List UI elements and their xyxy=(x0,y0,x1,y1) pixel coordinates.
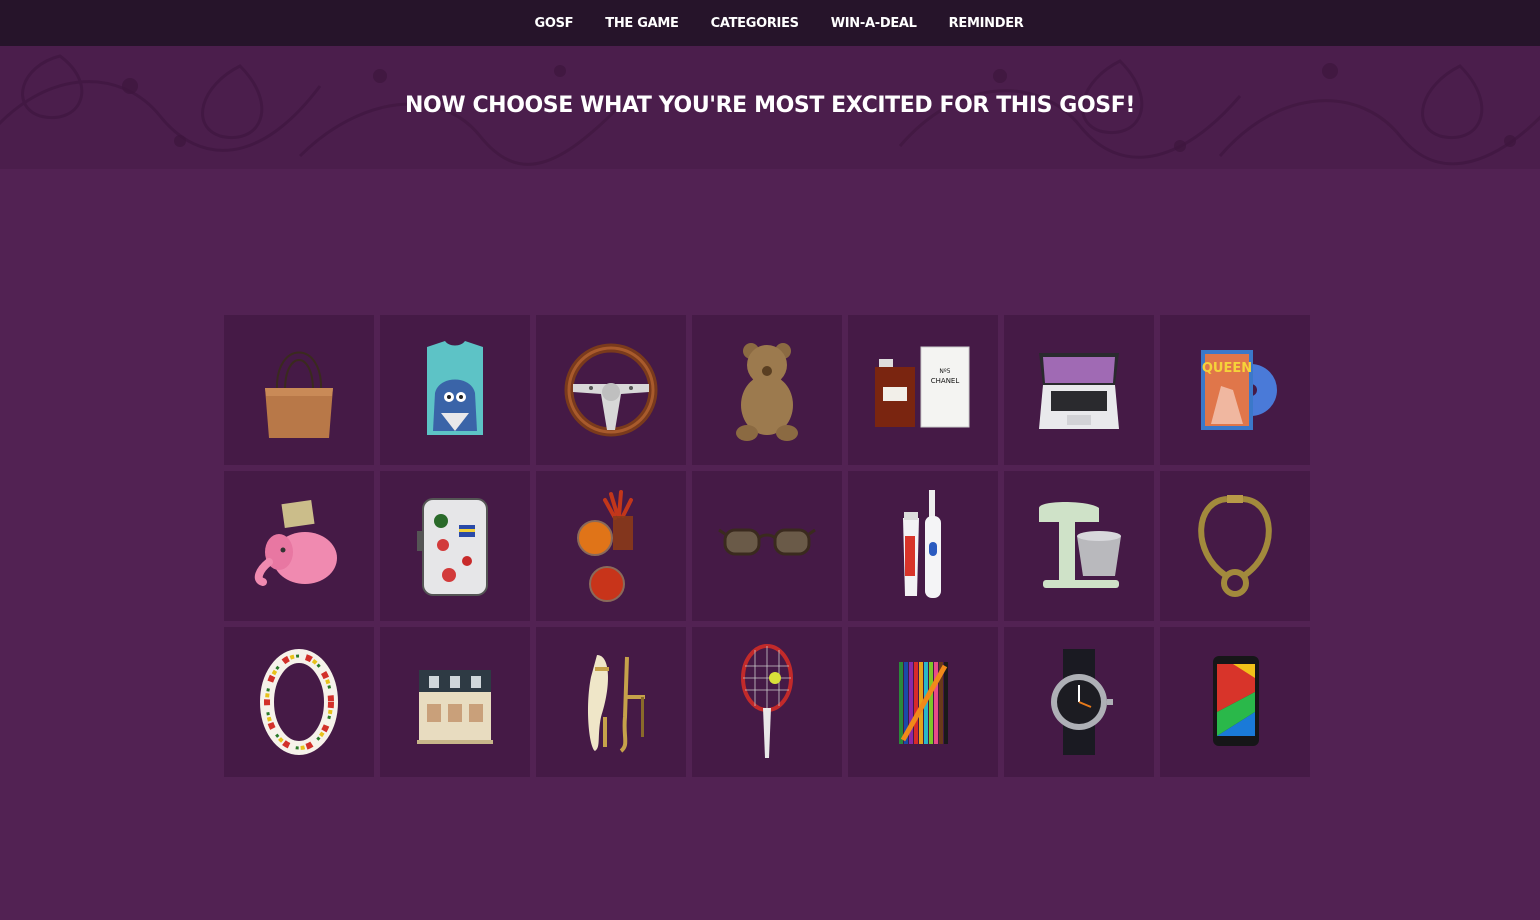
product-tile-suitcase[interactable] xyxy=(380,471,530,621)
teddy-bear-icon xyxy=(736,343,798,441)
movie-dvd-icon: QUEEN xyxy=(1201,350,1277,430)
perfume-icon: Nº5 CHANEL xyxy=(875,346,970,428)
product-tile-laptop[interactable] xyxy=(1004,315,1154,465)
product-tile-wristwatch[interactable] xyxy=(1004,627,1154,777)
tennis-racket-icon xyxy=(741,644,793,758)
product-tile-sunglasses[interactable] xyxy=(692,471,842,621)
product-tile-tshirt[interactable] xyxy=(380,315,530,465)
product-tile-movie-dvd[interactable]: QUEEN xyxy=(1160,315,1310,465)
product-tile-handbag[interactable] xyxy=(224,315,374,465)
sunglasses-icon xyxy=(718,528,816,556)
product-tile-dollhouse[interactable] xyxy=(380,627,530,777)
product-tile-necklace[interactable] xyxy=(1160,471,1310,621)
product-tile-smartphone[interactable] xyxy=(1160,627,1310,777)
product-tile-spices[interactable] xyxy=(536,471,686,621)
colored-pencils-icon xyxy=(899,662,948,744)
product-tile-piggy-bank[interactable] xyxy=(224,471,374,621)
steering-wheel-icon xyxy=(564,343,658,437)
piggy-bank-icon xyxy=(254,500,337,586)
product-tile-flower-garland[interactable] xyxy=(224,627,374,777)
product-tile-toothbrush[interactable] xyxy=(848,471,998,621)
flower-garland-icon xyxy=(260,649,338,755)
necklace-icon xyxy=(1198,495,1272,597)
nav-item-win-a-deal[interactable]: WIN-A-DEAL xyxy=(831,16,917,31)
tshirt-icon xyxy=(427,341,483,435)
stand-mixer-icon xyxy=(1039,502,1121,588)
nav-item-categories[interactable]: CATEGORIES xyxy=(711,16,799,31)
product-tile-tennis-racket[interactable] xyxy=(692,627,842,777)
product-grid: Nº5 CHANEL QUEEN xyxy=(224,315,1311,777)
smartphone-icon xyxy=(1213,656,1259,746)
nav-item-gosf[interactable]: GOSF xyxy=(535,16,574,31)
product-tile-colored-pencils[interactable] xyxy=(848,627,998,777)
sandals-icon xyxy=(588,655,645,753)
product-tile-steering-wheel[interactable] xyxy=(536,315,686,465)
hero-banner: NOW CHOOSE WHAT YOU'RE MOST EXCITED FOR … xyxy=(0,46,1540,169)
dvd-title: QUEEN xyxy=(1202,361,1252,376)
handbag-icon xyxy=(265,351,333,438)
perfume-box-label: CHANEL xyxy=(931,377,960,385)
product-tile-stand-mixer[interactable] xyxy=(1004,471,1154,621)
svg-text:Nº5: Nº5 xyxy=(939,368,950,375)
suitcase-icon xyxy=(417,498,488,596)
product-tile-sandals[interactable] xyxy=(536,627,686,777)
toothbrush-toothpaste-icon xyxy=(903,490,941,598)
dollhouse-icon xyxy=(417,670,493,744)
nav-item-reminder[interactable]: REMINDER xyxy=(949,16,1024,31)
page-title: NOW CHOOSE WHAT YOU'RE MOST EXCITED FOR … xyxy=(405,93,1135,118)
spices-icon xyxy=(577,490,633,602)
product-tile-teddy-bear[interactable] xyxy=(692,315,842,465)
top-nav: GOSF THE GAME CATEGORIES WIN-A-DEAL REMI… xyxy=(0,0,1540,46)
nav-item-the-game[interactable]: THE GAME xyxy=(605,16,679,31)
product-tile-perfume[interactable]: Nº5 CHANEL xyxy=(848,315,998,465)
laptop-icon xyxy=(1039,353,1119,429)
wristwatch-icon xyxy=(1051,649,1113,755)
